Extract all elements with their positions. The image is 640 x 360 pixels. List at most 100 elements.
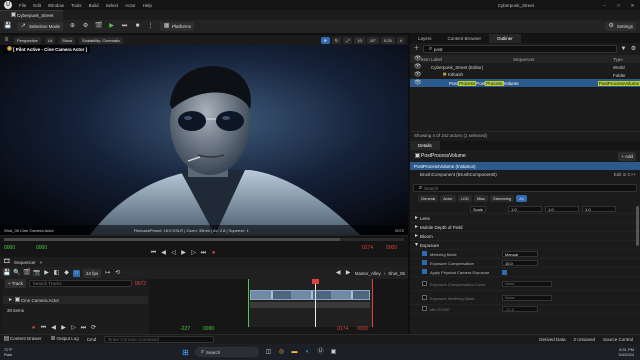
add-component-button[interactable]: + Add xyxy=(618,151,636,161)
blueprint-icon[interactable]: ⚙ xyxy=(82,23,89,30)
close-icon[interactable]: ✕ xyxy=(629,2,636,9)
menu-edit[interactable]: Edit xyxy=(33,3,41,8)
section-bloom[interactable]: ▸ Bloom xyxy=(410,232,640,241)
play-icon[interactable]: ▶ xyxy=(60,325,67,332)
menu-file[interactable]: File xyxy=(19,3,26,8)
record-icon[interactable]: ● xyxy=(30,325,37,332)
camera-sub-track[interactable] xyxy=(250,302,370,308)
scale-x[interactable]: 1.0 xyxy=(508,206,543,212)
metering-mask-checkbox[interactable] xyxy=(422,294,427,300)
track-search-input[interactable]: Search Tracks xyxy=(28,280,132,287)
playhead[interactable] xyxy=(315,279,316,327)
jump-start-icon[interactable]: ⏮ xyxy=(40,325,47,332)
section-mobile-dof[interactable]: ▸ Mobile Depth of Field xyxy=(410,223,640,232)
min-ev100-input[interactable]: -10.0 xyxy=(502,306,538,312)
gear-icon[interactable]: ⚙ xyxy=(630,46,637,53)
playhead-handle[interactable] xyxy=(312,279,319,284)
metering-mode-checkbox[interactable] xyxy=(422,251,427,256)
maximize-icon[interactable]: □ xyxy=(615,2,622,9)
chrome-icon[interactable]: ◎ xyxy=(278,349,285,356)
scale-tool[interactable]: ⤢ xyxy=(343,36,353,44)
scalability-button[interactable]: Scalability: Cinematic xyxy=(79,36,124,44)
cmd-dropdown[interactable]: Cmd xyxy=(87,337,97,342)
stop-icon[interactable]: ■ xyxy=(134,23,141,30)
apply-physical-value-checkbox[interactable] xyxy=(502,269,507,275)
output-log-button[interactable]: ≣Output Log xyxy=(50,336,79,343)
cinematics-icon[interactable]: 🎬 xyxy=(95,23,102,30)
save-icon[interactable]: 💾 xyxy=(3,270,10,277)
component-row[interactable]: BrushComponent (BrushComponent0) Edit in… xyxy=(410,170,640,178)
jump-start-icon[interactable]: ⏮ xyxy=(150,250,157,257)
back-icon[interactable]: ◀ xyxy=(335,270,342,277)
filter-all[interactable]: All xyxy=(516,195,527,202)
more-icon[interactable]: ⋮ xyxy=(147,23,154,30)
details-search-input[interactable]: ⌕ Search xyxy=(413,184,637,192)
scale-snap[interactable]: 0.25 xyxy=(380,36,395,44)
filter-actor[interactable]: Actor xyxy=(440,195,456,202)
breadcrumb-master[interactable]: Master_Alley xyxy=(355,271,381,276)
unreal-logo-icon[interactable]: U xyxy=(4,1,12,9)
next-frame-icon[interactable]: ▷ xyxy=(190,250,197,257)
console-input[interactable]: Enter Console Command xyxy=(104,336,215,343)
lit-button[interactable]: Lit xyxy=(44,36,56,44)
play-reverse-icon[interactable]: ◁ xyxy=(170,250,177,257)
edit-in-cpp-link[interactable]: Edit in C++ xyxy=(614,172,640,177)
play-range-icon[interactable]: ↦ xyxy=(104,270,111,277)
derived-data-button[interactable]: Derived Data xyxy=(539,337,565,342)
perspective-button[interactable]: Perspective xyxy=(14,36,41,44)
current-frame[interactable]: 0072 xyxy=(135,281,146,287)
content-drawer-button[interactable]: ▤Content Drawer xyxy=(3,336,42,343)
exposure-compensation-checkbox[interactable] xyxy=(422,260,427,265)
task-view-icon[interactable]: ◫ xyxy=(265,349,272,356)
explorer-icon[interactable]: ▬ xyxy=(291,349,298,356)
record-icon[interactable]: ● xyxy=(210,250,217,257)
next-key-icon[interactable]: ▷ xyxy=(70,325,77,332)
min-ev100-checkbox[interactable] xyxy=(422,306,427,311)
jump-end-icon[interactable]: ⏭ xyxy=(80,325,87,332)
breadcrumb-shot[interactable]: Shot_05 xyxy=(388,271,405,276)
fps-dropdown[interactable]: 24 fps xyxy=(83,268,102,278)
outliner-search-input[interactable]: ⌕ post xyxy=(423,45,617,53)
scale-y[interactable]: 1.0 xyxy=(545,206,580,212)
tab-outliner[interactable]: Outliner xyxy=(489,34,521,43)
section-exposure[interactable]: ▾ Exposure xyxy=(410,241,640,250)
level-tab[interactable]: ▣ Cyberpunk_Street xyxy=(0,10,64,20)
source-control-button[interactable]: Source Control xyxy=(603,337,633,342)
add-track-button[interactable]: + Track xyxy=(5,279,26,288)
section-lens[interactable]: ▸ Lens xyxy=(410,214,640,223)
filter-streaming[interactable]: Streaming xyxy=(490,195,515,202)
unreal-icon[interactable]: Ⓤ xyxy=(317,349,324,356)
camera-icon[interactable]: 📷 xyxy=(33,270,40,277)
sequencer-tab[interactable]: Sequencer xyxy=(14,260,36,265)
prev-frame-icon[interactable]: ◀ xyxy=(160,250,167,257)
camera-speed[interactable]: 4 xyxy=(396,36,405,44)
scale-label[interactable]: Scale xyxy=(470,206,487,212)
taskbar-search[interactable]: ⌕ Search xyxy=(195,347,259,357)
add-icon[interactable]: ＋ xyxy=(413,46,420,53)
filter-misc[interactable]: Misc xyxy=(473,195,489,202)
save-icon[interactable]: 💾 xyxy=(4,23,11,30)
hamburger-icon[interactable]: ≡ xyxy=(3,37,10,44)
actor-icon[interactable]: ◧ xyxy=(53,270,60,277)
filter-lod[interactable]: LOD xyxy=(457,195,472,202)
exposure-curve-select[interactable]: None xyxy=(502,280,552,287)
col-item-label[interactable]: Item Label xyxy=(421,57,513,62)
start-marker[interactable] xyxy=(248,279,249,327)
find-icon[interactable]: 🔍 xyxy=(13,270,20,277)
transform-tool[interactable]: ✥ xyxy=(320,36,330,44)
selection-mode-button[interactable]: ➚ Selection Mode xyxy=(17,22,64,31)
start-icon[interactable]: ⊞ xyxy=(182,348,189,356)
unsaved-button[interactable]: 2 Unsaved xyxy=(573,337,595,342)
menu-tools[interactable]: Tools xyxy=(71,3,82,8)
end-marker[interactable] xyxy=(372,279,373,327)
snap-icon[interactable]: ∩ xyxy=(73,269,80,277)
filter-icon[interactable]: ▼ xyxy=(620,46,627,53)
play-icon[interactable]: ▶ xyxy=(180,250,187,257)
edge-icon[interactable]: ◐ xyxy=(304,349,311,356)
exposure-curve-checkbox[interactable] xyxy=(422,280,427,286)
eye-icon[interactable]: 👁 xyxy=(414,80,422,87)
camera-section[interactable] xyxy=(250,290,370,300)
track-row[interactable]: ▸ ▣ Cine Camera Actor xyxy=(3,296,148,304)
show-button[interactable]: Show xyxy=(59,36,76,44)
scale-z[interactable]: 1.0 xyxy=(582,206,617,212)
